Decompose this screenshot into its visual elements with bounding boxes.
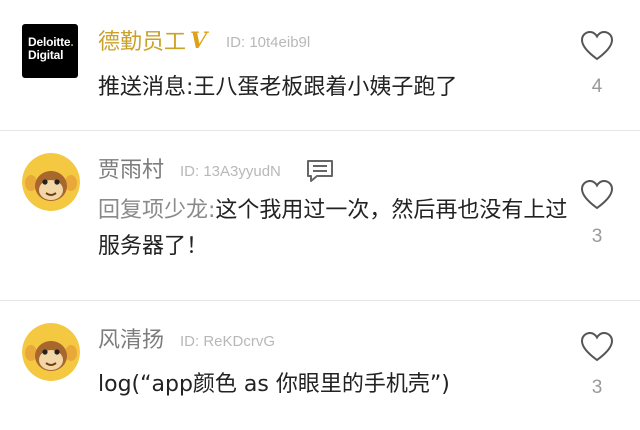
reply-prefix[interactable]: 回复项少龙: (98, 198, 215, 223)
user-id: ID: ReKDcrvG (180, 333, 276, 350)
comment-item: Deloitte. Digital 德勤员工 V ID: 10t4eib9l 推… (0, 0, 640, 130)
verified-badge-icon: V (190, 28, 208, 54)
avatar[interactable] (22, 323, 80, 381)
avatar-logo-text: Deloitte. Digital (28, 35, 74, 62)
avatar[interactable]: Deloitte. Digital (22, 24, 78, 78)
user-id: ID: 10t4eib9l (226, 34, 311, 51)
comment-text: 回复项少龙:这个我用过一次，然后再也没有上过服务器了！ (98, 193, 578, 265)
user-id: ID: 13A3yyudN (180, 163, 281, 180)
heart-icon[interactable] (580, 179, 614, 211)
username[interactable]: 贾雨村 (98, 158, 164, 184)
comment-item: 风清扬 ID: ReKDcrvG log(“app颜色 as 你眼里的手机壳”)… (0, 301, 640, 430)
reply-icon[interactable] (305, 158, 335, 184)
avatar[interactable] (22, 153, 80, 211)
comment-item: 贾雨村 ID: 13A3yyudN 回复项少龙:这个我用过一次，然后再也没有上过… (0, 131, 640, 301)
like-count: 3 (591, 377, 603, 398)
like-count: 3 (591, 226, 603, 247)
like-count: 4 (591, 76, 603, 97)
heart-icon[interactable] (580, 30, 614, 62)
username[interactable]: 德勤员工 (98, 30, 186, 56)
heart-icon[interactable] (580, 331, 614, 363)
comment-text: 推送消息:王八蛋老板跟着小姨子跑了 (98, 75, 458, 100)
comment-text: log(“app颜色 as 你眼里的手机壳”) (98, 372, 450, 397)
username[interactable]: 风清扬 (98, 328, 164, 354)
